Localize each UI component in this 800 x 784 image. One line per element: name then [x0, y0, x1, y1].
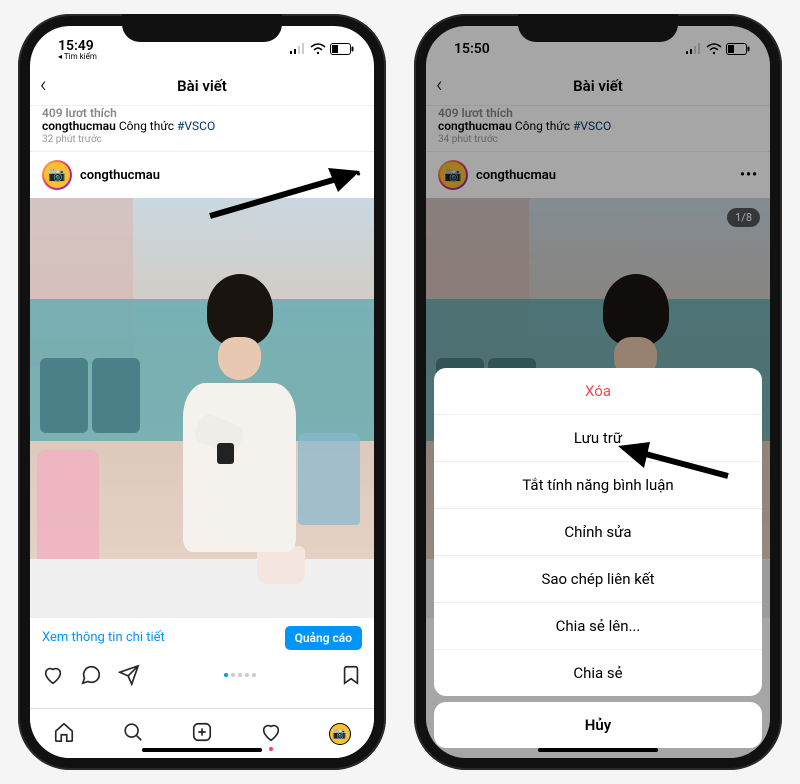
screen: 15:50 ‹ Bài viết 409 lượt thích congthuc… [426, 26, 770, 758]
sheet-delete[interactable]: Xóa [434, 368, 762, 415]
back-icon[interactable]: ‹ [40, 73, 47, 98]
avatar[interactable]: 📷 [42, 160, 72, 190]
heart-icon[interactable] [42, 664, 64, 686]
notification-dot-icon [269, 747, 273, 751]
comment-icon[interactable] [80, 664, 102, 686]
home-indicator[interactable] [142, 748, 262, 752]
new-post-tab[interactable] [191, 721, 213, 747]
sheet-cancel[interactable]: Hủy [434, 702, 762, 748]
device-notch [122, 14, 282, 42]
action-sheet: Xóa Lưu trữ Tắt tính năng bình luận Chỉn… [434, 368, 762, 696]
sheet-edit[interactable]: Chỉnh sửa [434, 509, 762, 556]
search-tab[interactable] [122, 721, 144, 747]
page-header: ‹ Bài viết [30, 66, 374, 106]
caption-username[interactable]: congthucmau [42, 119, 116, 133]
post-username[interactable]: congthucmau [80, 168, 160, 183]
header-title: Bài viết [177, 77, 227, 95]
sheet-share-to[interactable]: Chia sẻ lên... [434, 603, 762, 650]
carousel-dots [156, 673, 324, 677]
home-tab[interactable] [53, 721, 75, 747]
detail-link[interactable]: Xem thông tin chi tiết [42, 630, 165, 645]
caption: congthucmau Công thức #VSCO [42, 119, 362, 133]
signal-icon [290, 43, 306, 55]
caption-text: Công thức [119, 119, 177, 133]
post-meta: 409 lượt thích congthucmau Công thức #VS… [30, 106, 374, 152]
phone-mockup-right: 15:50 ‹ Bài viết 409 lượt thích congthuc… [414, 14, 782, 770]
sheet-share[interactable]: Chia sẻ [434, 650, 762, 696]
profile-tab[interactable]: 📷 [329, 723, 351, 745]
likes-count: 409 lượt thích [42, 106, 362, 118]
promote-button[interactable]: Quảng cáo [285, 626, 362, 650]
sheet-comments-off[interactable]: Tắt tính năng bình luận [434, 462, 762, 509]
phone-mockup-left: 15:49 ◂ Tìm kiếm ‹ Bài viết 409 lượt thí… [18, 14, 386, 770]
hashtag[interactable]: #VSCO [177, 119, 215, 133]
promo-bar: Xem thông tin chi tiết Quảng cáo [30, 618, 374, 658]
activity-tab[interactable] [260, 721, 282, 747]
status-time: 15:49 ◂ Tìm kiếm [58, 38, 97, 61]
status-icons [290, 43, 354, 55]
more-options-icon[interactable]: ••• [344, 167, 362, 183]
post-actions [30, 658, 374, 692]
post-photo[interactable] [30, 198, 374, 618]
post-time: 32 phút trước [42, 134, 362, 145]
screen: 15:49 ◂ Tìm kiếm ‹ Bài viết 409 lượt thí… [30, 26, 374, 758]
wifi-icon [310, 43, 326, 55]
sheet-archive[interactable]: Lưu trữ [434, 415, 762, 462]
home-indicator[interactable] [538, 748, 658, 752]
post-header: 📷 congthucmau ••• [30, 152, 374, 198]
bookmark-icon[interactable] [340, 664, 362, 686]
share-icon[interactable] [118, 664, 140, 686]
battery-icon [330, 43, 354, 55]
sheet-copy-link[interactable]: Sao chép liên kết [434, 556, 762, 603]
device-notch [518, 14, 678, 42]
status-subtext: ◂ Tìm kiếm [58, 52, 97, 61]
